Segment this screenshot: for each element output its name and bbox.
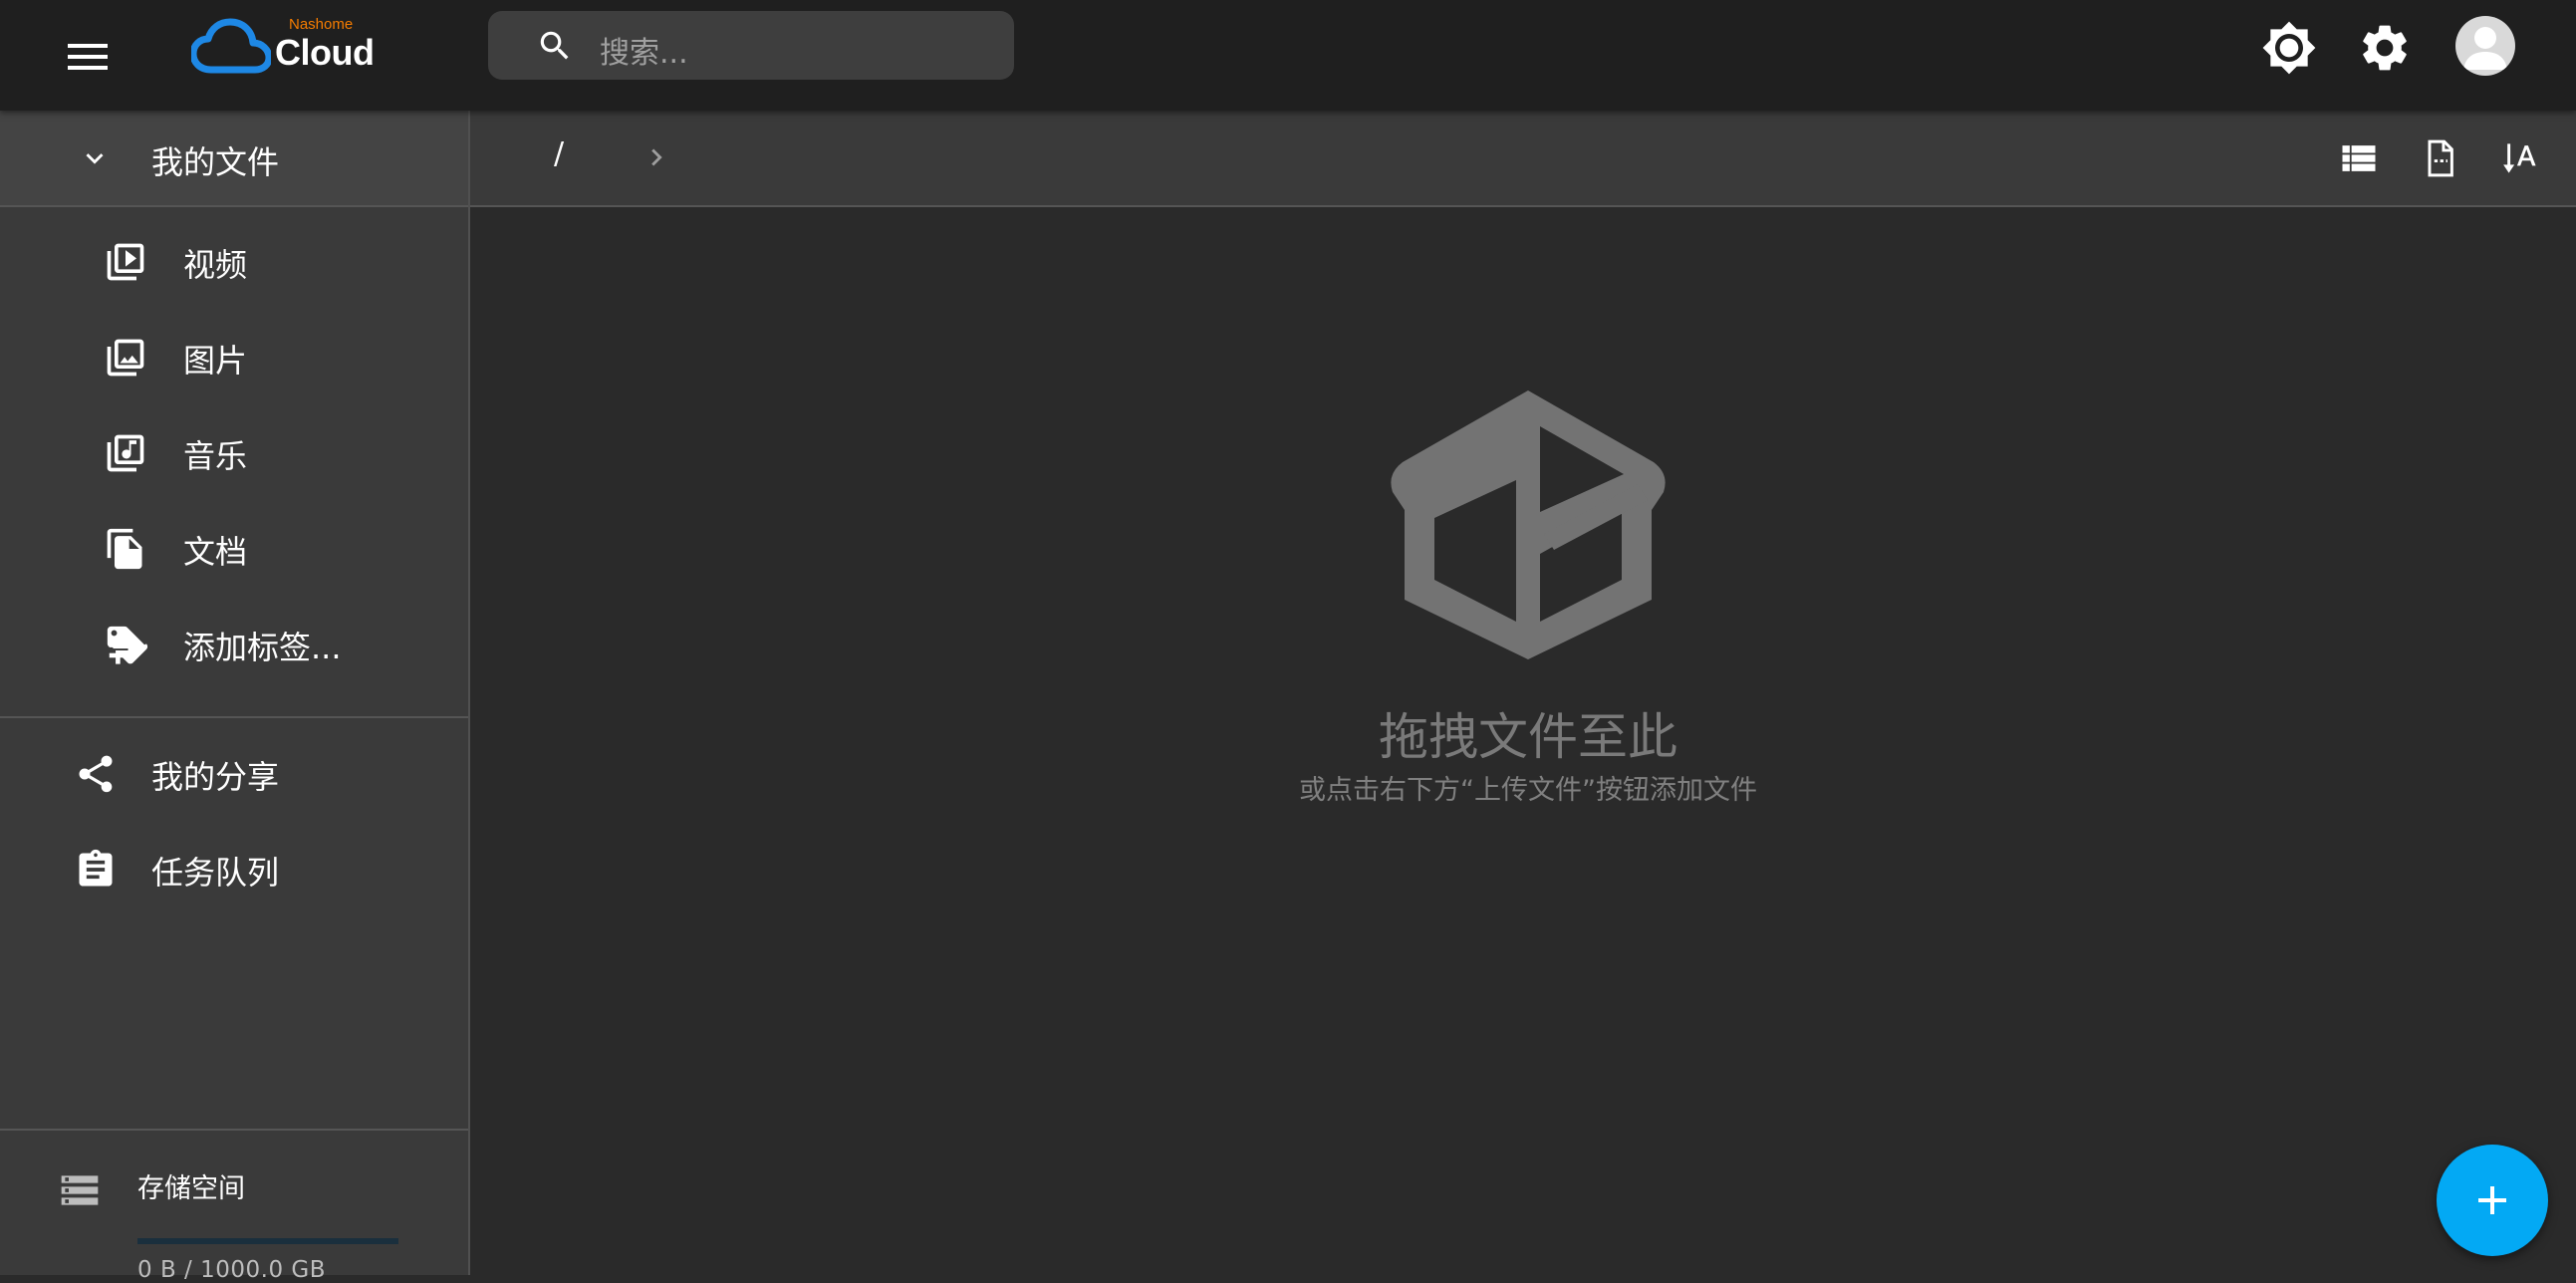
sort-button[interactable] — [2498, 136, 2542, 180]
sidebar-item-photos[interactable]: 图片 — [0, 312, 468, 401]
share-icon — [79, 755, 113, 793]
sidebar-item-music[interactable]: 音乐 — [0, 407, 468, 497]
brightness-icon — [2262, 21, 2316, 75]
breadcrumb-root[interactable]: / — [554, 136, 564, 171]
sidebar-divider — [0, 716, 468, 718]
gear-icon — [2363, 25, 2407, 71]
search-input[interactable]: 搜索... — [488, 11, 1014, 80]
logo-subtitle: Nashome — [289, 16, 354, 33]
storage-icon — [61, 1175, 99, 1205]
menu-button[interactable] — [58, 28, 118, 84]
empty-state-title: 拖拽文件至此 — [1379, 708, 1677, 766]
app-logo[interactable]: Nashome Cloud — [191, 16, 390, 78]
photo-library-icon — [107, 339, 144, 377]
music-library-icon — [107, 434, 144, 472]
sidebar-item-label: 音乐 — [183, 437, 248, 475]
upload-fab-button[interactable] — [2437, 1145, 2548, 1256]
storage-usage: 0 B / 1000.0 GB — [137, 1257, 326, 1283]
sidebar-item-label: 任务队列 — [151, 854, 280, 892]
sidebar-item-documents[interactable]: 文档 — [0, 503, 468, 593]
sidebar-item-label: 文档 — [183, 533, 248, 571]
search-placeholder: 搜索... — [600, 36, 688, 71]
top-app-bar: Nashome Cloud 搜索... — [0, 0, 2576, 111]
cloud-logo-icon — [191, 18, 271, 74]
plus-icon — [2478, 1186, 2506, 1214]
video-library-icon — [107, 243, 144, 281]
document-copy-icon — [107, 528, 142, 570]
sort-alphabetical-icon — [2503, 143, 2536, 173]
sidebar-my-files-label: 我的文件 — [151, 143, 280, 181]
file-toolbar: / — [470, 111, 2576, 207]
sidebar-item-videos[interactable]: 视频 — [0, 216, 468, 306]
sidebar-item-label: 我的分享 — [151, 758, 280, 796]
pagination-button[interactable] — [2419, 136, 2462, 180]
add-tag-icon — [107, 626, 148, 664]
clipboard-list-icon — [79, 849, 113, 887]
chevron-down-icon — [86, 153, 104, 164]
settings-button[interactable] — [2357, 20, 2413, 76]
sidebar-item-label: 视频 — [183, 246, 248, 284]
sidebar-item-label: 添加标签... — [183, 629, 342, 666]
storage-title: 存储空间 — [137, 1173, 245, 1204]
empty-state-subtitle: 或点击右下方“上传文件”按钮添加文件 — [1299, 775, 1757, 806]
chevron-right-icon[interactable] — [640, 140, 673, 174]
sidebar: 我的文件 视频 图片 音乐 文档 添加标签... 我的分享 任务队列 存储空间 … — [0, 111, 470, 1283]
person-icon — [2463, 27, 2507, 70]
storage-panel: 存储空间 0 B / 1000.0 GB — [0, 1129, 468, 1283]
sidebar-item-add-tag[interactable]: 添加标签... — [0, 599, 468, 688]
theme-toggle-button[interactable] — [2261, 20, 2317, 76]
search-icon — [540, 31, 569, 60]
sidebar-item-label: 图片 — [183, 342, 248, 380]
sidebar-item-task-queue[interactable]: 任务队列 — [0, 824, 468, 913]
logo-title: Cloud — [275, 32, 375, 73]
storage-progress-bar — [137, 1238, 398, 1244]
open-box-icon — [1391, 390, 1666, 659]
view-list-icon — [2342, 145, 2376, 171]
user-avatar[interactable] — [2455, 16, 2515, 76]
hamburger-menu-icon — [68, 44, 108, 70]
list-view-button[interactable] — [2337, 136, 2381, 180]
document-dashed-icon — [2428, 139, 2453, 177]
sidebar-item-my-shares[interactable]: 我的分享 — [0, 728, 468, 818]
sidebar-my-files[interactable]: 我的文件 — [0, 111, 468, 207]
